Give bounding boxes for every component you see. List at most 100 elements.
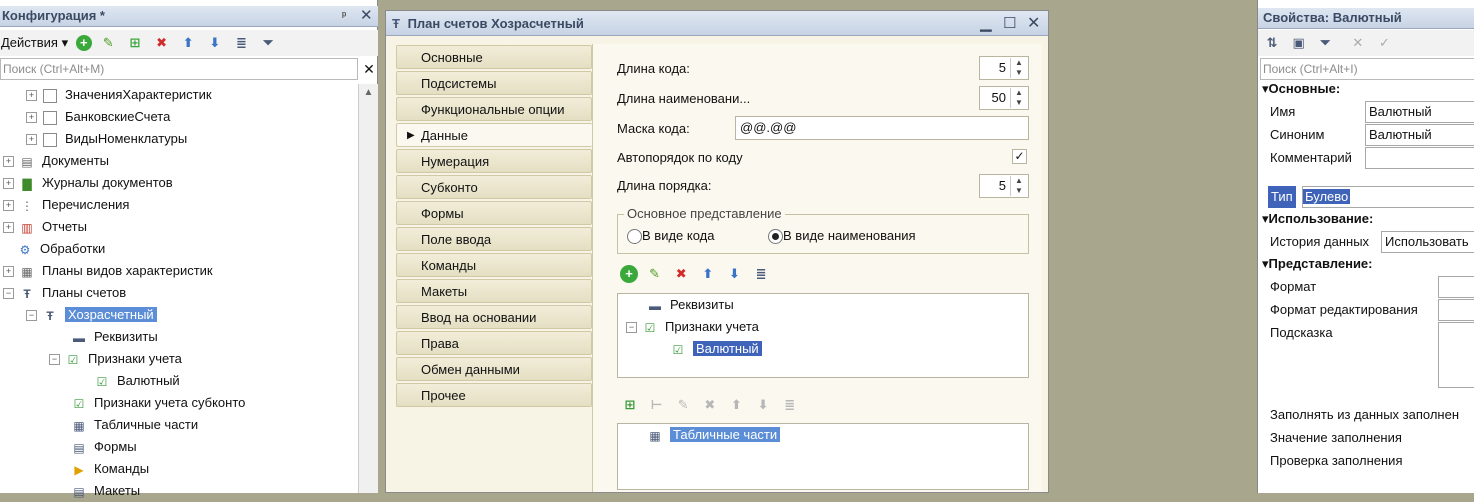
section-representation[interactable]: ▾Представление: — [1262, 254, 1373, 274]
move-down-icon[interactable]: ⬇ — [753, 395, 773, 415]
filter-icon[interactable]: ⏷ — [1315, 33, 1335, 53]
edit-icon[interactable]: ✎ — [645, 264, 665, 284]
tree-item-journals[interactable]: + ▇ Журналы документов — [3, 172, 173, 194]
pin-icon[interactable]: ᵖ — [342, 6, 346, 26]
tab-input-field[interactable]: Поле ввода — [396, 227, 592, 251]
maximize-icon[interactable]: ☐ — [1003, 11, 1016, 36]
tab-numbering[interactable]: Нумерация — [396, 149, 592, 173]
move-up-icon[interactable]: ⬆ — [698, 264, 718, 284]
edit-icon[interactable]: ✎ — [673, 395, 693, 415]
tree-item-attributes[interactable]: ▬ Реквизиты — [72, 326, 158, 348]
tab-main[interactable]: Основные — [396, 45, 592, 69]
copy-add-icon[interactable]: ⊞ — [125, 33, 145, 53]
sort-alpha-icon[interactable]: ⇅ — [1262, 33, 1282, 53]
tree-item-processings[interactable]: ⚙ Обработки — [18, 238, 106, 260]
section-main[interactable]: ▾Основные: — [1262, 79, 1340, 99]
tab-rights[interactable]: Права — [396, 331, 592, 355]
code-length-value: 5 — [998, 60, 1006, 75]
type-field[interactable]: Булево — [1302, 186, 1474, 208]
tree-item[interactable]: + БанковскиеСчета — [26, 106, 170, 128]
close-icon[interactable]: ✕ — [360, 6, 373, 26]
attributes-tree[interactable]: ▬ Реквизиты − ☑ Признаки учета ☑ Валютный — [617, 293, 1029, 378]
edit-icon[interactable]: ✎ — [98, 33, 118, 53]
tree-item[interactable]: + ВидыНоменклатуры — [26, 128, 187, 150]
autoorder-checkbox[interactable]: ✓ — [1012, 149, 1027, 164]
delete-icon[interactable]: ✖ — [671, 264, 691, 284]
clear-icon[interactable]: ✕ — [1348, 33, 1368, 53]
minimize-icon[interactable]: ▁ — [980, 11, 992, 36]
tree-item-khozraschetny[interactable]: − Ŧ Хозрасчетный — [26, 304, 157, 326]
move-down-icon[interactable]: ⬇ — [725, 264, 745, 284]
spin-arrows-icon[interactable]: ▲ ▼ — [1010, 58, 1027, 78]
tree-item-subconto-flags[interactable]: ☑ Признаки учета субконто — [72, 392, 246, 414]
fill-from-label: Заполнять из данных заполнен — [1270, 407, 1460, 422]
tab-forms[interactable]: Формы — [396, 201, 592, 225]
add-tabular-part-icon[interactable]: ⊞ — [620, 395, 640, 415]
spin-arrows-icon[interactable]: ▲ ▼ — [1010, 88, 1027, 108]
sort-icon[interactable]: ≣ — [780, 395, 800, 415]
move-down-icon[interactable]: ⬇ — [205, 33, 225, 53]
tree-item-valyutny[interactable]: ☑ Валютный — [671, 338, 762, 360]
add-attribute-icon[interactable]: ⊢ — [647, 395, 667, 415]
config-search-input[interactable]: Поиск (Ctrl+Alt+M) — [0, 58, 358, 80]
tab-subsystems[interactable]: Подсистемы — [396, 71, 592, 95]
delete-icon[interactable]: ✖ — [700, 395, 720, 415]
tab-other[interactable]: Прочее — [396, 383, 592, 407]
synonym-field[interactable]: Валютный — [1365, 124, 1474, 146]
categories-icon[interactable]: ▣ — [1289, 33, 1309, 53]
apply-icon[interactable]: ✓ — [1375, 33, 1395, 53]
tree-item[interactable]: + ЗначенияХарактеристик — [26, 84, 212, 106]
format-field[interactable] — [1438, 276, 1474, 298]
tree-item-charts-of-accounts[interactable]: − Ŧ Планы счетов — [3, 282, 126, 304]
move-up-icon[interactable]: ⬆ — [727, 395, 747, 415]
tree-item-valyutny[interactable]: ☑ Валютный — [95, 370, 180, 392]
spin-arrows-icon[interactable]: ▲ ▼ — [1010, 176, 1027, 196]
move-up-icon[interactable]: ⬆ — [178, 33, 198, 53]
tab-data-exchange[interactable]: Обмен данными — [396, 357, 592, 381]
sort-icon[interactable]: ≣ — [231, 33, 251, 53]
tree-item-enums[interactable]: + ⋮ Перечисления — [3, 194, 129, 216]
tree-item-reports[interactable]: + ▥ Отчеты — [3, 216, 87, 238]
radio-by-name[interactable]: В виде наименования — [768, 228, 916, 245]
comment-field[interactable] — [1365, 147, 1474, 169]
tab-input-on-basis[interactable]: Ввод на основании — [396, 305, 592, 329]
tree-item-tabular-parts[interactable]: ▦ Табличные части — [648, 424, 781, 446]
order-length-stepper[interactable]: 5 ▲ ▼ — [979, 174, 1029, 198]
code-mask-input[interactable]: @@.@@ — [735, 116, 1029, 140]
tree-item-layouts[interactable]: ▤ Макеты — [72, 480, 140, 502]
tab-subconto[interactable]: Субконто — [396, 175, 592, 199]
tree-item-account-flags[interactable]: − ☑ Признаки учета — [49, 348, 182, 370]
window-title: План счетов Хозрасчетный — [407, 16, 584, 31]
search-clear-icon[interactable]: ✕ — [360, 58, 378, 80]
tab-commands[interactable]: Команды — [396, 253, 592, 277]
filter-icon[interactable]: ⏷ — [258, 33, 278, 53]
tree-item-forms[interactable]: ▤ Формы — [72, 436, 136, 458]
code-length-stepper[interactable]: 5 ▲ ▼ — [979, 56, 1029, 80]
tree-item-char-plans[interactable]: + ▦ Планы видов характеристик — [3, 260, 213, 282]
tree-item-account-flags[interactable]: − ☑ Признаки учета — [626, 316, 759, 338]
properties-search-input[interactable]: Поиск (Ctrl+Alt+I) — [1260, 58, 1474, 80]
sort-icon[interactable]: ≣ — [751, 264, 771, 284]
tree-item-tabular-parts[interactable]: ▦ Табличные части — [72, 414, 198, 436]
edit-format-field[interactable] — [1438, 299, 1474, 321]
section-usage[interactable]: ▾Использование: — [1262, 209, 1373, 229]
delete-icon[interactable]: ✖ — [152, 33, 172, 53]
tree-scrollbar[interactable]: ▲ — [358, 84, 378, 493]
tree-item-documents[interactable]: + ▤ Документы — [3, 150, 109, 172]
add-icon[interactable]: + — [620, 265, 638, 283]
history-field[interactable]: Использовать — [1381, 231, 1474, 253]
tree-item-attributes[interactable]: ▬ Реквизиты — [648, 294, 734, 316]
tab-layouts[interactable]: Макеты — [396, 279, 592, 303]
window-close-icon[interactable]: ✕ — [1027, 11, 1040, 36]
tab-functional-options[interactable]: Функциональные опции — [396, 97, 592, 121]
tabular-parts-tree[interactable]: ▦ Табличные части — [617, 423, 1029, 490]
add-icon[interactable]: + — [75, 35, 92, 51]
actions-menu[interactable]: Действия ▾ — [0, 35, 68, 50]
hint-field[interactable] — [1438, 322, 1474, 388]
radio-by-code[interactable]: В виде кода — [627, 228, 714, 245]
name-length-stepper[interactable]: 50 ▲ ▼ — [979, 86, 1029, 110]
tree-item-commands[interactable]: ▶ Команды — [72, 458, 149, 480]
tab-label: Права — [421, 336, 459, 351]
name-field[interactable]: Валютный — [1365, 101, 1474, 123]
tab-data[interactable]: ▶ Данные — [396, 123, 592, 147]
